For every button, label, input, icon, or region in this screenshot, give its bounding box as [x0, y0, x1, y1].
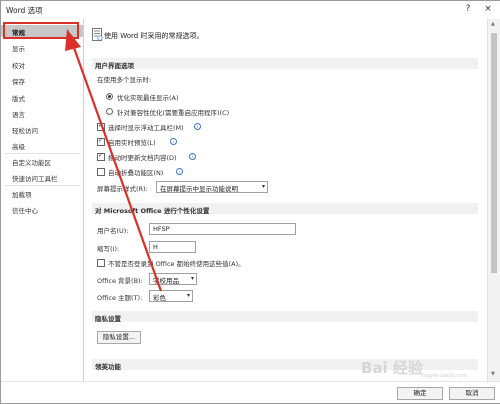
checkbox-collapse-ribbon[interactable]	[97, 168, 105, 176]
annotation-highlight-box	[3, 22, 79, 39]
main-panel: 使用 Word 时采用的常规选项。 用户界面选项 在使用多个显示时: 优化实现最…	[84, 19, 486, 381]
scroll-down-icon[interactable]: ▼	[491, 371, 495, 377]
sidebar-item-customize-ribbon[interactable]: 自定义功能区	[1, 155, 83, 167]
chevron-down-icon: ▾	[186, 292, 190, 299]
section-title: 领英功能	[95, 363, 121, 371]
dialog-footer: 确定 取消	[1, 381, 500, 403]
sidebar-item-proofing[interactable]: 校对	[1, 58, 83, 70]
username-input[interactable]	[149, 223, 296, 235]
sidebar-item-label: 校对	[12, 62, 25, 70]
sidebar-item-label: 加载项	[12, 191, 32, 199]
watermark-url: jingyan.baidu.com	[421, 373, 468, 379]
chevron-down-icon: ▾	[261, 183, 265, 190]
radio-optimize-label: 优化实现最佳显示(A)	[117, 94, 179, 102]
section-title: 对 Microsoft Office 进行个性化设置	[95, 207, 210, 215]
checkbox-always-use-label: 不管是否登录到 Office 都始终使用这些值(A)。	[108, 260, 245, 268]
sidebar-item-save[interactable]: 保存	[1, 74, 83, 86]
word-options-dialog: Word 选项 ? × 常规 显示 校对 保存 版式 语言 轻松访问 高级 自定…	[0, 0, 500, 404]
section-title: 隐私设置	[95, 315, 121, 323]
checkbox-live-preview[interactable]	[97, 137, 105, 146]
sidebar-divider	[4, 185, 80, 186]
window-title: Word 选项	[6, 6, 43, 15]
sidebar-item-label: 语言	[12, 111, 25, 119]
select-value: 彩色	[153, 294, 166, 302]
info-icon[interactable]: i	[176, 168, 183, 175]
checkbox-always-use-values[interactable]	[97, 259, 105, 267]
screentip-style-select[interactable]: 在屏幕提示中显示功能说明 ▾	[156, 181, 268, 193]
ok-button[interactable]: 确定	[397, 387, 443, 400]
sidebar-item-label: 保存	[12, 78, 25, 86]
office-theme-select[interactable]: 彩色 ▾	[149, 290, 193, 302]
title-bar: Word 选项 ? ×	[1, 1, 500, 18]
checkbox-update-drag-label: 拖动时更新文档内容(D)	[108, 154, 177, 162]
sidebar-item-advanced[interactable]: 高级	[1, 139, 83, 151]
sidebar-item-addins[interactable]: 加载项	[1, 187, 83, 199]
scrollbar-thumb[interactable]	[491, 33, 497, 273]
screentip-style-label: 屏幕提示样式(R):	[97, 185, 148, 193]
sidebar-item-label: 快速访问工具栏	[12, 175, 58, 183]
sidebar-item-label: 高级	[12, 143, 25, 151]
sidebar-item-display[interactable]: 显示	[1, 41, 83, 53]
initials-input[interactable]	[149, 241, 196, 253]
sidebar-item-accessibility[interactable]: 轻松访问	[1, 123, 83, 135]
sidebar-item-trust-center[interactable]: 信任中心	[1, 203, 83, 215]
sidebar-item-quick-access-toolbar[interactable]: 快速访问工具栏	[1, 171, 83, 183]
sidebar-item-label: 自定义功能区	[12, 159, 51, 167]
info-icon[interactable]: i	[170, 138, 177, 145]
privacy-section-header: 隐私设置	[92, 311, 478, 323]
username-field[interactable]	[150, 224, 295, 234]
sidebar-item-language[interactable]: 语言	[1, 107, 83, 119]
chevron-down-icon: ▾	[190, 275, 194, 282]
sidebar: 常规 显示 校对 保存 版式 语言 轻松访问 高级 自定义功能区 快速访问工具栏…	[1, 19, 84, 381]
office-background-label: Office 背景(B):	[97, 277, 143, 285]
username-label: 用户名(U):	[97, 227, 129, 235]
personalize-section-header: 对 Microsoft Office 进行个性化设置	[92, 203, 478, 215]
checkbox-mini-toolbar[interactable]	[97, 122, 105, 131]
page-heading: 使用 Word 时采用的常规选项。	[104, 32, 204, 40]
privacy-settings-button[interactable]: 隐私设置...	[97, 331, 141, 344]
radio-optimize-compat[interactable]	[106, 108, 113, 115]
info-icon[interactable]: i	[194, 123, 201, 130]
sidebar-item-label: 信任中心	[12, 207, 38, 215]
general-options-icon	[92, 28, 103, 41]
sidebar-divider	[4, 153, 80, 154]
checkbox-mini-toolbar-label: 选择时显示浮动工具栏(M)	[108, 124, 184, 132]
multi-display-label: 在使用多个显示时:	[97, 76, 152, 84]
vertical-scrollbar[interactable]: ▲ ▼	[487, 19, 500, 381]
sidebar-item-label: 轻松访问	[12, 127, 38, 135]
select-value: 在屏幕提示中显示功能说明	[160, 185, 238, 193]
info-icon[interactable]: i	[189, 153, 196, 160]
cancel-button[interactable]: 取消	[449, 387, 495, 400]
sidebar-item-label: 版式	[12, 95, 25, 103]
close-button[interactable]: ×	[481, 3, 495, 15]
help-button[interactable]: ?	[461, 3, 475, 15]
radio-optimize-display[interactable]	[106, 93, 113, 100]
checkbox-update-drag[interactable]	[97, 152, 105, 161]
watermark-logo: Bai 经验	[361, 359, 423, 377]
office-background-select[interactable]: 学校用品 ▾	[149, 273, 197, 285]
initials-label: 缩写(I):	[97, 245, 120, 253]
ui-options-section-header: 用户界面选项	[92, 58, 478, 70]
office-theme-label: Office 主题(T):	[97, 294, 143, 302]
sidebar-item-label: 显示	[12, 45, 25, 53]
radio-compat-label: 针对兼容性优化(需要重启应用程序)(C)	[117, 109, 230, 117]
section-title: 用户界面选项	[95, 62, 134, 70]
scroll-up-icon[interactable]: ▲	[491, 21, 495, 27]
checkbox-live-preview-label: 启用实时预览(L)	[108, 139, 156, 147]
initials-field[interactable]	[150, 242, 195, 252]
sidebar-item-layout[interactable]: 版式	[1, 91, 83, 103]
checkbox-collapse-ribbon-label: 自动折叠功能区(N)	[108, 169, 164, 177]
select-value: 学校用品	[153, 277, 179, 285]
